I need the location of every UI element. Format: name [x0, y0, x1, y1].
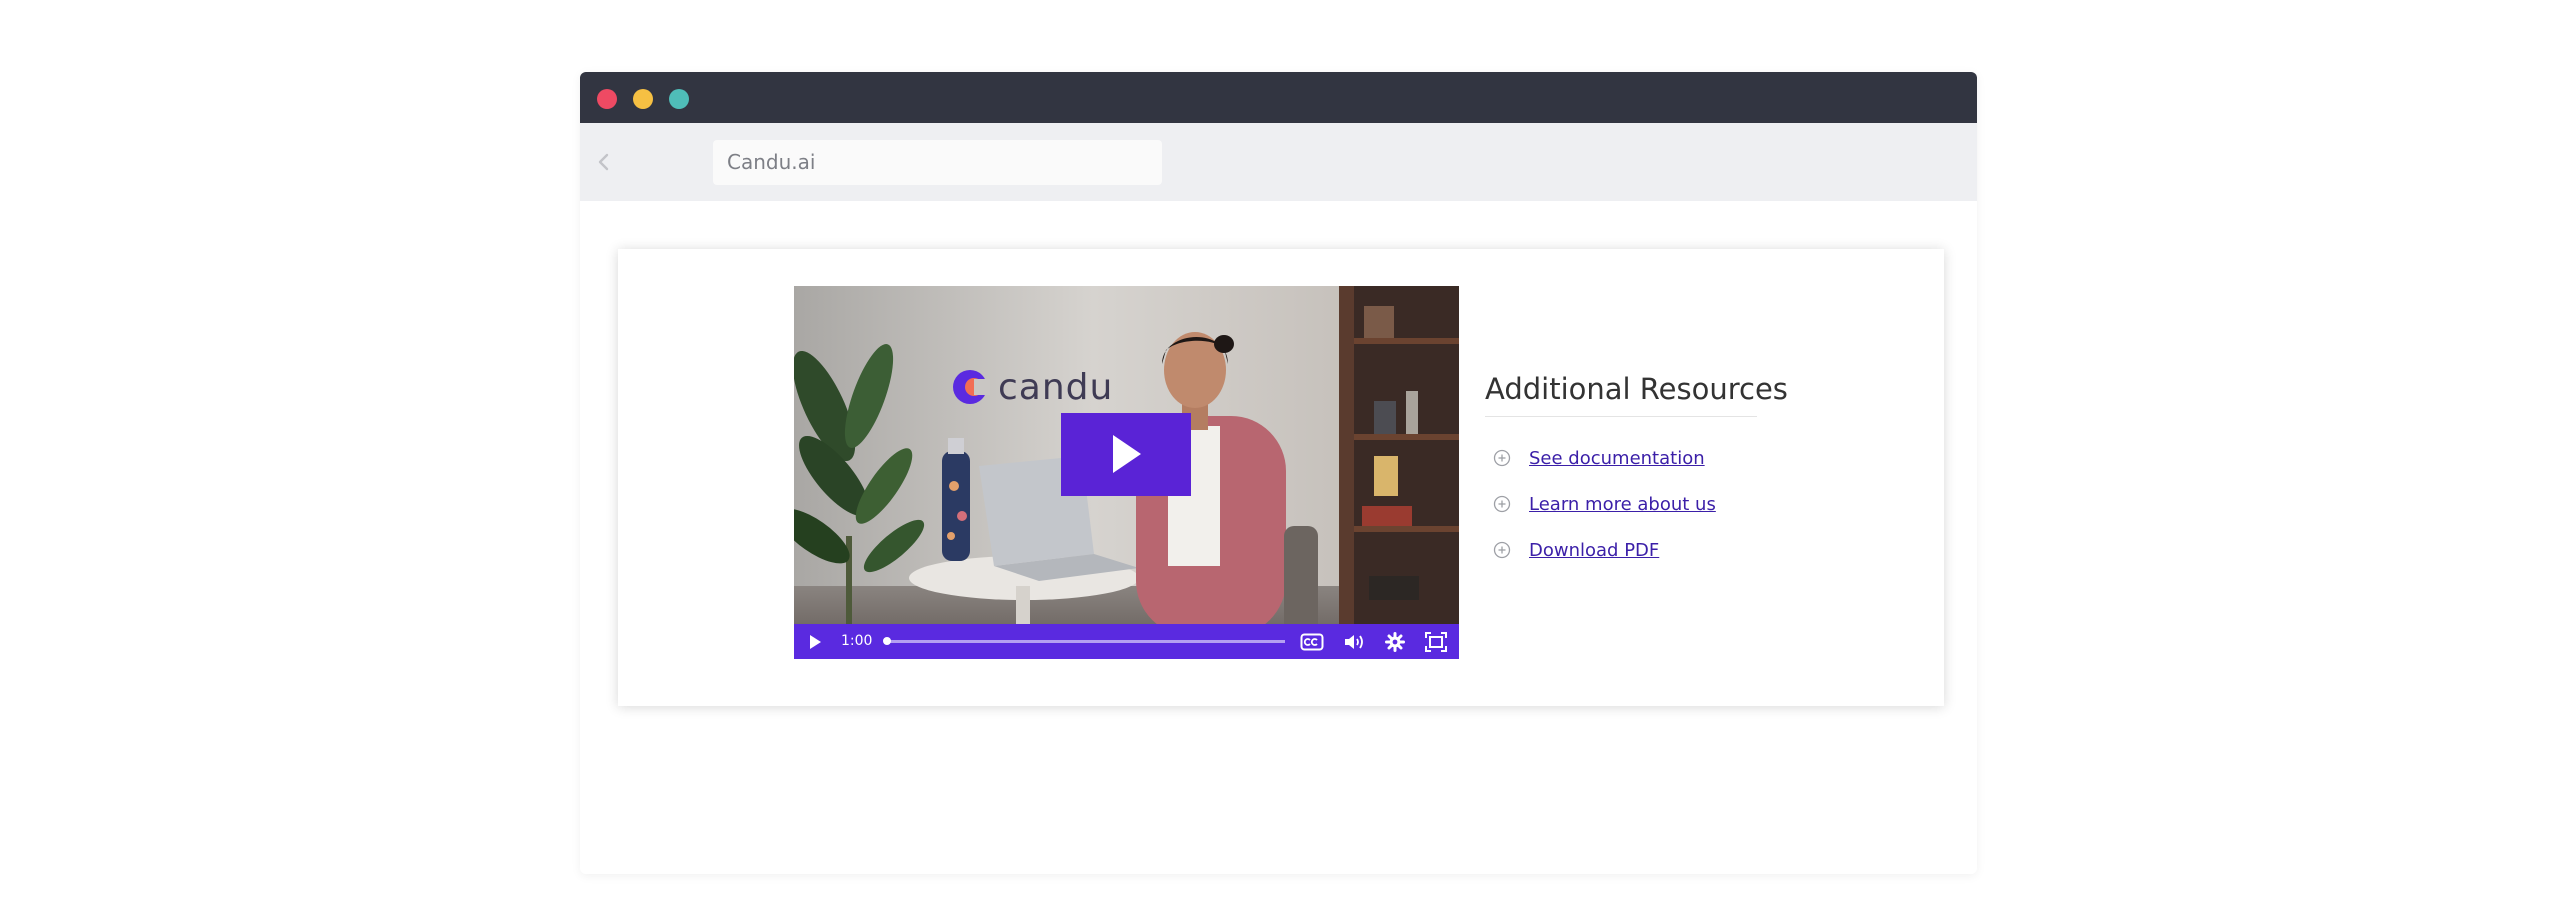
progress-bar[interactable] [883, 637, 1285, 645]
close-window-button[interactable] [597, 89, 617, 109]
list-item: See documentation [1485, 435, 1785, 481]
play-icon [810, 634, 821, 649]
maximize-window-button[interactable] [669, 89, 689, 109]
gear-icon [1385, 631, 1405, 652]
settings-button[interactable] [1380, 624, 1410, 659]
list-item: Download PDF [1485, 527, 1785, 573]
play-icon [1113, 435, 1141, 473]
browser-window: Candu.ai candu 1:00 Additional Resources… [580, 72, 1977, 874]
play-button[interactable] [802, 624, 828, 659]
learn-more-link[interactable]: Learn more about us [1529, 494, 1716, 515]
closed-captions-icon [1300, 633, 1324, 650]
fullscreen-button[interactable] [1421, 624, 1451, 659]
download-pdf-link[interactable]: Download PDF [1529, 540, 1659, 561]
additional-resources: Additional Resources See documentation L… [1485, 369, 1788, 573]
minimize-window-button[interactable] [633, 89, 653, 109]
title-bar [580, 72, 1977, 123]
candu-logo-icon [953, 370, 990, 404]
address-bar[interactable]: Candu.ai [713, 140, 1162, 185]
resources-title: Additional Resources [1485, 372, 1788, 406]
current-time: 1:00 [841, 633, 873, 649]
plus-circle-icon [1493, 541, 1511, 559]
browser-toolbar: Candu.ai [580, 123, 1977, 201]
video-controls: 1:00 [794, 624, 1459, 659]
fullscreen-icon [1425, 631, 1447, 652]
content-card: candu 1:00 Additional Resources See docu… [618, 249, 1944, 706]
list-item: Learn more about us [1485, 481, 1785, 527]
see-documentation-link[interactable]: See documentation [1529, 448, 1705, 469]
plus-circle-icon [1493, 449, 1511, 467]
volume-icon [1345, 634, 1363, 649]
page-content: candu 1:00 Additional Resources See docu… [580, 201, 1977, 874]
video-player[interactable]: candu 1:00 [794, 286, 1459, 659]
resources-list: See documentation Learn more about us Do… [1485, 435, 1785, 573]
captions-button[interactable] [1297, 624, 1327, 659]
volume-button[interactable] [1339, 624, 1369, 659]
video-logo: candu [950, 366, 1113, 408]
progress-handle[interactable] [883, 637, 891, 645]
plus-circle-icon [1493, 495, 1511, 513]
divider [1485, 416, 1757, 417]
big-play-button[interactable] [1061, 413, 1191, 496]
back-icon[interactable] [594, 149, 614, 175]
